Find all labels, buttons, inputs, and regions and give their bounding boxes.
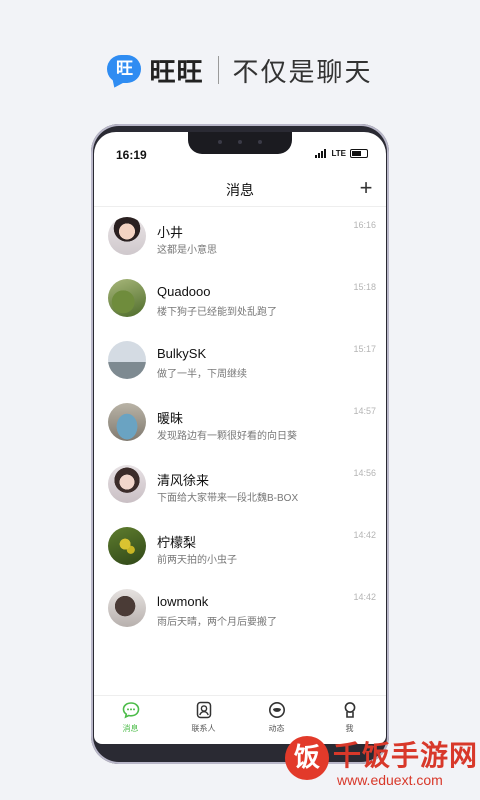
contact-name: 清风徐来: [157, 473, 210, 488]
watermark-url: www.eduext.com: [337, 772, 443, 788]
divider: [217, 56, 219, 84]
site-watermark: 饭 千饭手游网 www.eduext.com: [285, 732, 480, 796]
message-preview: 这都是小意思: [157, 245, 217, 256]
conversation-list: 小井这都是小意思 16:16 Quadooo 楼下狗子已经能到处乱跑了 15:18 Bul…: [94, 208, 386, 642]
tab-label: 消息: [122, 724, 139, 733]
message-preview: 楼下狗子已经能到处乱跑了: [157, 307, 277, 318]
conversation-item[interactable]: BulkySK 做了一半，下周继续 15:17: [94, 332, 386, 394]
profile-icon: [344, 702, 355, 718]
contact-name: Quadooo: [157, 284, 211, 299]
battery-icon: [350, 149, 368, 158]
phone-screen: 16:19 LTE 消息 + 小井这都是小意思 16:16 Quadooo 楼下狗子已…: [94, 132, 386, 744]
tab-label: 联系人: [191, 724, 216, 733]
conversation-item[interactable]: 暖昧发现路边有一颗很好看的向日葵 14:57: [94, 394, 386, 456]
avatar: [108, 217, 146, 255]
slogan: 不仅是聊天: [232, 57, 373, 88]
message-time: 14:42: [353, 530, 376, 540]
message-time: 15:17: [353, 344, 376, 354]
page-title: 消息: [226, 182, 254, 198]
tab-messages[interactable]: 消息: [94, 696, 167, 740]
app-logo-icon: 旺: [107, 55, 142, 91]
contact-name: 小井: [157, 225, 184, 240]
message-time: 14:56: [353, 468, 376, 478]
page-header: 消息 +: [94, 176, 386, 207]
network-type: LTE: [331, 149, 346, 158]
moments-icon: [268, 702, 285, 718]
message-preview: 发现路边有一颗很好看的向日葵: [157, 431, 297, 442]
contact-name: 暖昧: [157, 411, 184, 426]
avatar: [108, 403, 146, 441]
add-button[interactable]: +: [356, 176, 376, 200]
conversation-item[interactable]: lowmonk 雨后天晴，两个月后要搬了 14:42: [94, 580, 386, 642]
avatar: [108, 341, 146, 379]
avatar: [108, 465, 146, 503]
message-time: 14:57: [353, 406, 376, 416]
avatar: [108, 589, 146, 627]
message-preview: 雨后天晴，两个月后要搬了: [157, 617, 277, 628]
signal-icon: [315, 149, 327, 158]
contacts-icon: [196, 701, 211, 719]
conversation-item[interactable]: 小井这都是小意思 16:16: [94, 208, 386, 270]
avatar: [108, 527, 146, 565]
conversation-item[interactable]: Quadooo 楼下狗子已经能到处乱跑了 15:18: [94, 270, 386, 332]
app-name: 旺旺: [149, 57, 204, 88]
tab-contacts[interactable]: 联系人: [167, 696, 240, 740]
avatar: [108, 279, 146, 317]
contact-name: BulkySK: [157, 346, 207, 361]
message-time: 14:42: [353, 592, 376, 602]
status-bar: 16:19 LTE: [94, 132, 386, 176]
message-time: 15:18: [353, 282, 376, 292]
contact-name: lowmonk: [157, 594, 209, 609]
conversation-item[interactable]: 柠檬梨前两天拍的小虫子 14:42: [94, 518, 386, 580]
watermark-logo-icon: 饭: [285, 736, 329, 780]
watermark-text: 千饭手游网: [333, 739, 479, 772]
message-preview: 前两天拍的小虫子: [157, 555, 237, 566]
status-time: 16:19: [116, 148, 147, 162]
conversation-item[interactable]: 清风徐来下面给大家带来一段北魏B-BOX 14:56: [94, 456, 386, 518]
contact-name: 柠檬梨: [157, 535, 197, 550]
message-preview: 做了一半，下周继续: [157, 369, 247, 380]
chat-icon: [122, 702, 139, 719]
promo-banner: 旺 旺旺 不仅是聊天: [0, 52, 480, 91]
message-preview: 下面给大家带来一段北魏B-BOX: [157, 493, 299, 504]
message-time: 16:16: [353, 220, 376, 230]
